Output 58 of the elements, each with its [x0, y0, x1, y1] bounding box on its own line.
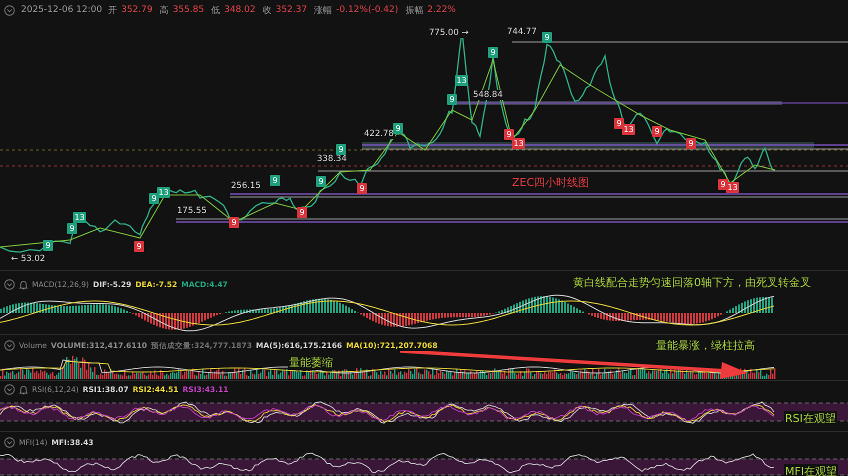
annotation-text: 量能萎缩: [288, 355, 334, 370]
td-count-marker: 13: [73, 212, 86, 223]
td-count-marker: 9: [504, 129, 514, 140]
price-label: 744.77: [506, 27, 538, 37]
td-count-marker: 9: [652, 126, 662, 137]
ohlc-label: 振幅: [405, 4, 424, 16]
annotation-text: MFI在观望: [784, 464, 838, 476]
td-count-marker: 9: [357, 183, 367, 194]
td-count-marker: 9: [614, 118, 624, 129]
price-label: ← 53.02: [10, 254, 46, 264]
collapse-chevron-icon[interactable]: [4, 340, 15, 351]
ohlc-label: 收: [262, 4, 272, 16]
ohlc-value: 355.85: [172, 5, 204, 15]
td-count-marker: 9: [542, 32, 552, 43]
price-label: 422.78: [363, 129, 395, 139]
td-count-marker: 9: [686, 138, 696, 149]
ohlc-value: 352.37: [276, 5, 308, 15]
collapse-chevron-icon[interactable]: [4, 384, 15, 395]
td-count-marker: 9: [336, 144, 346, 155]
td-count-marker: 9: [488, 47, 498, 58]
candle-datetime: 2025-12-06 12:00: [21, 5, 102, 15]
ohlc-label: 低: [211, 4, 220, 16]
td-count-marker: 9: [229, 217, 239, 228]
td-count-marker: 13: [157, 187, 170, 198]
td-count-marker: 9: [297, 207, 307, 218]
collapse-chevron-icon[interactable]: [4, 279, 15, 290]
ohlc-value: 2.22%: [427, 5, 456, 15]
td-count-marker: 9: [149, 193, 159, 204]
price-label: 338.34: [316, 154, 348, 164]
chart-title: ZEC四小时线图: [512, 175, 590, 190]
td-count-marker: 9: [67, 223, 77, 234]
annotation-text: RSI在观望: [784, 411, 837, 426]
bell-icon[interactable]: [19, 280, 28, 290]
td-count-marker: 9: [393, 123, 403, 134]
td-count-marker: 13: [726, 182, 740, 193]
price-label: 775.00 →: [428, 28, 470, 38]
annotation-text: 量能暴涨，绿柱拉高: [655, 338, 756, 353]
price-label: 548.84: [472, 90, 504, 100]
ohlc-value: 348.02: [224, 5, 256, 15]
collapse-chevron-icon[interactable]: [4, 4, 15, 16]
annotation-text: 黄白线配合走势匀速回落0轴下方，由死叉转金叉: [572, 275, 812, 290]
ohlc-label: 涨幅: [314, 4, 332, 16]
ohlc-label: 高: [160, 4, 169, 16]
price-label: 256.15: [230, 181, 262, 191]
td-count-marker: 9: [316, 176, 326, 187]
td-count-marker: 9: [270, 175, 280, 186]
td-count-marker: 9: [447, 94, 457, 105]
td-count-marker: 9: [134, 241, 144, 252]
td-count-marker: 13: [622, 124, 636, 135]
td-count-marker: 9: [43, 240, 53, 251]
bell-icon[interactable]: [19, 384, 28, 394]
td-count-marker: 13: [455, 75, 468, 86]
collapse-chevron-icon[interactable]: [4, 437, 15, 448]
ohlc-value: -0.12%(-0.42): [336, 5, 398, 15]
td-count-marker: 13: [512, 138, 526, 149]
ohlc-label: 开: [108, 4, 118, 16]
ohlc-value: 352.79: [121, 5, 153, 15]
price-label: 175.55: [176, 206, 208, 216]
